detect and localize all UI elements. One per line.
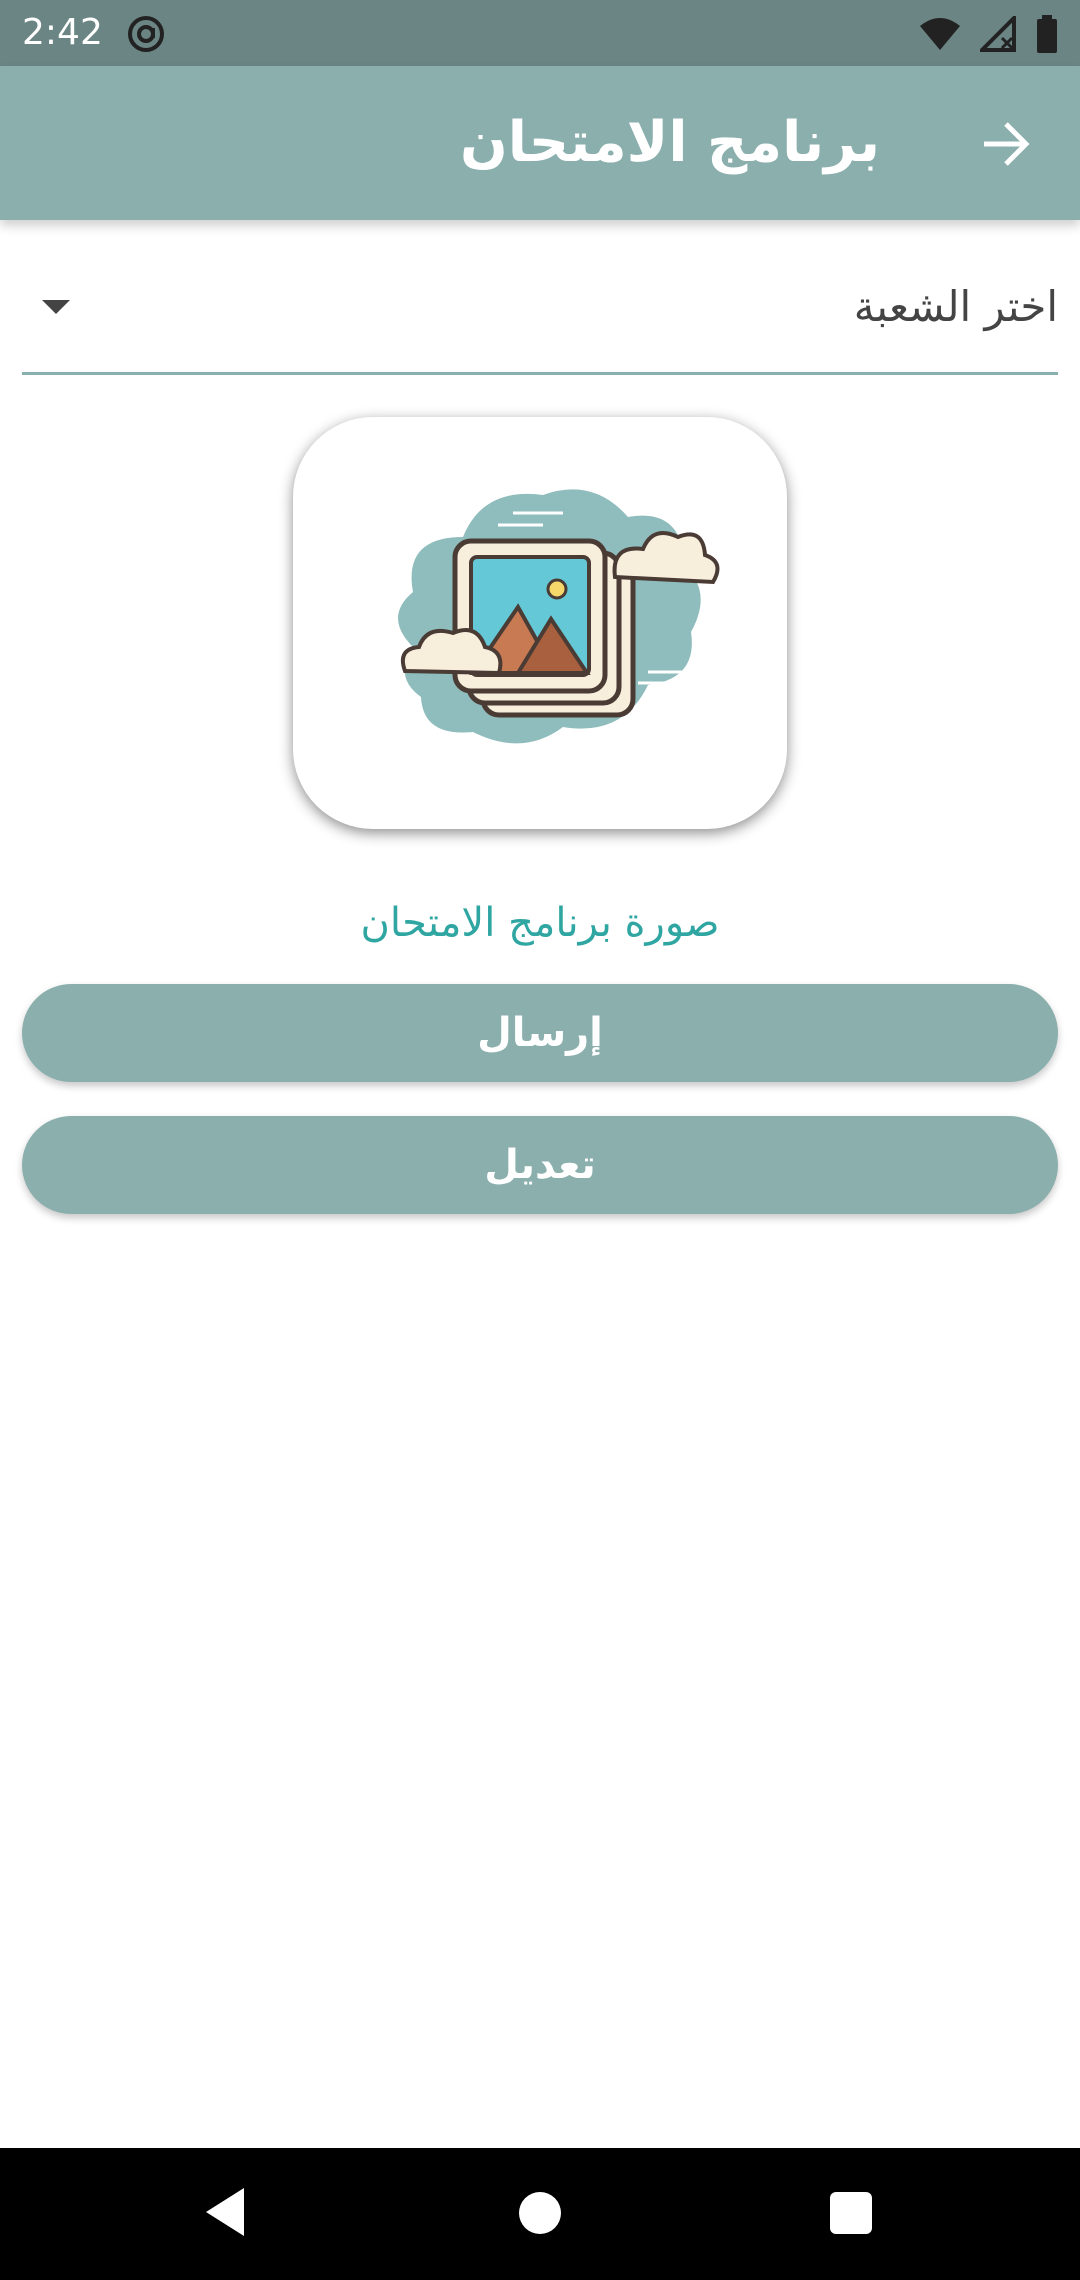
section-select-value: اختر الشعبة xyxy=(853,282,1058,331)
page-title: برنامج الامتحان xyxy=(459,110,880,175)
home-circle-icon[interactable] xyxy=(519,2192,561,2234)
status-time: 2:42 xyxy=(22,12,103,53)
send-button[interactable]: إرسال xyxy=(22,984,1058,1082)
at-sign-icon xyxy=(128,16,164,52)
back-triangle-icon[interactable] xyxy=(206,2188,244,2236)
image-picker[interactable] xyxy=(293,417,787,829)
caret-down-icon xyxy=(42,300,70,314)
wifi-icon xyxy=(920,18,960,50)
image-gallery-icon xyxy=(398,489,720,744)
recents-square-icon[interactable] xyxy=(830,2192,872,2234)
status-bar: 2:42 xyxy=(0,0,1080,66)
system-nav-bar xyxy=(0,2148,1080,2280)
arrow-right-icon[interactable] xyxy=(978,116,1034,172)
image-caption: صورة برنامج الامتحان xyxy=(360,900,720,946)
edit-button[interactable]: تعديل xyxy=(22,1116,1058,1214)
app-bar: برنامج الامتحان xyxy=(0,66,1080,220)
section-select[interactable]: اختر الشعبة xyxy=(22,268,1058,375)
battery-icon xyxy=(1037,15,1057,53)
status-icons xyxy=(918,14,1058,54)
signal-no-data-icon xyxy=(980,16,1016,52)
